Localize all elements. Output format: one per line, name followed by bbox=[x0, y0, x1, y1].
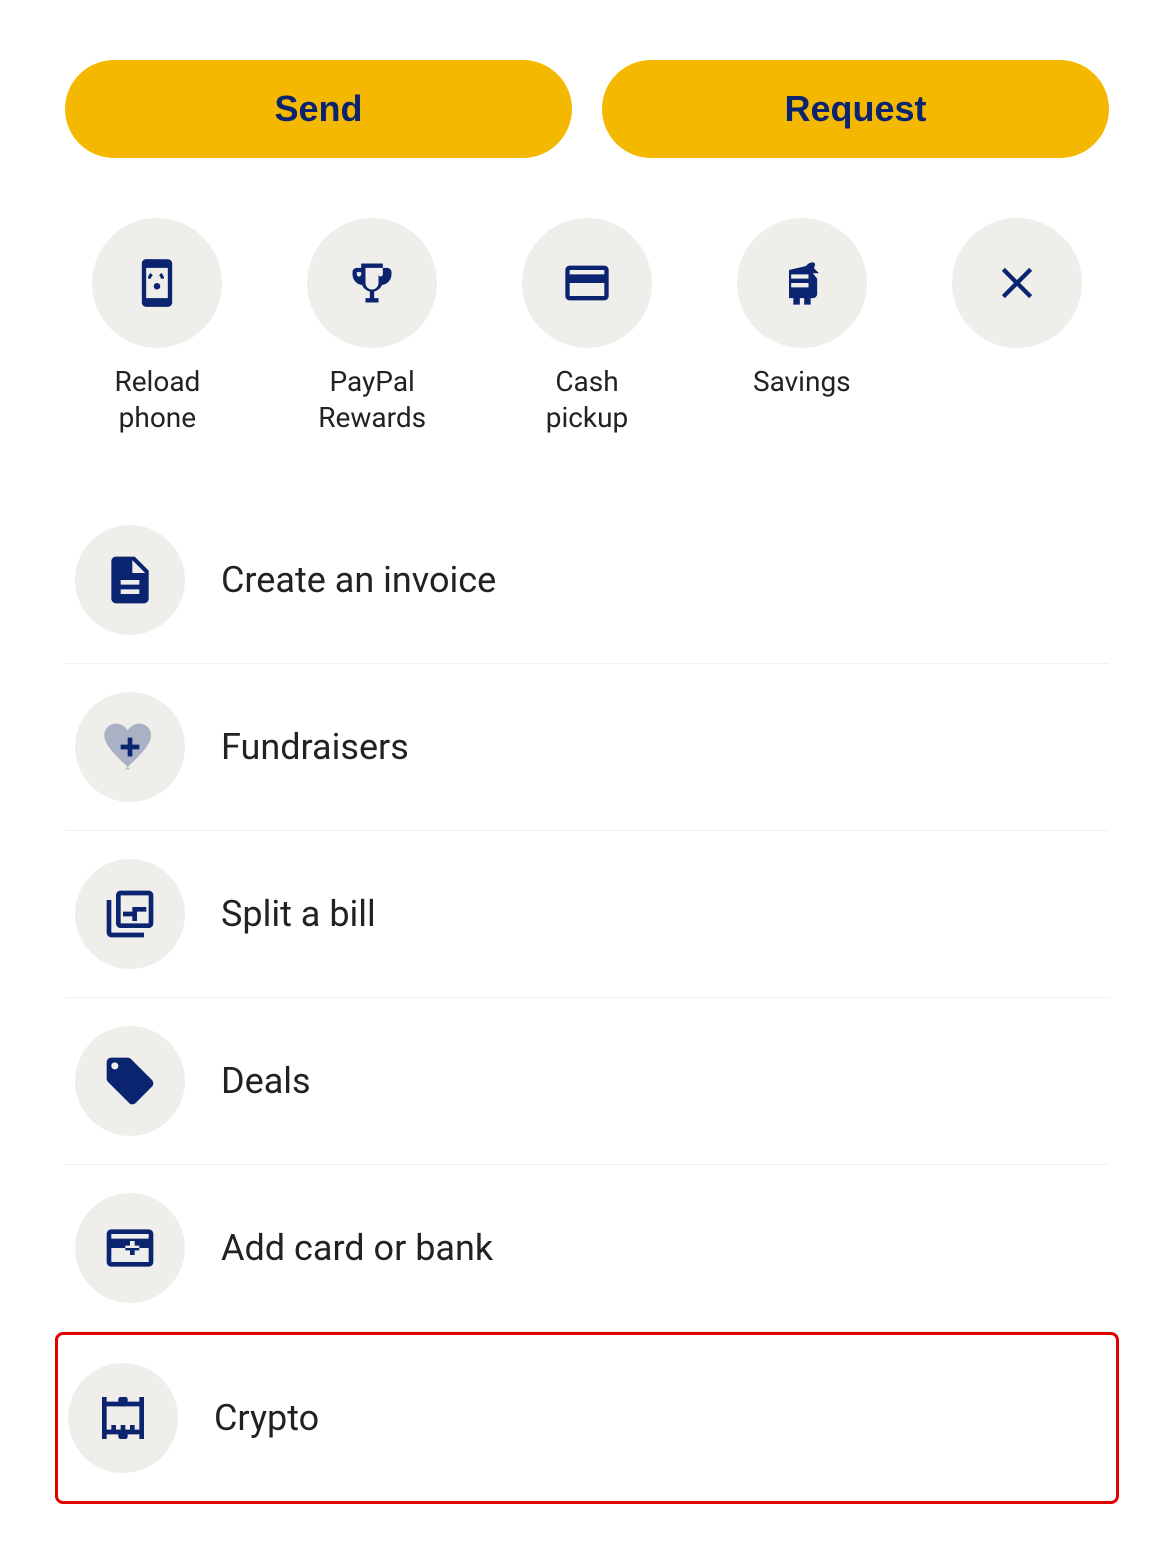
send-button[interactable]: Send bbox=[65, 60, 572, 158]
fundraisers-icon bbox=[102, 719, 158, 775]
list-item-add-card-bank[interactable]: Add card or bank bbox=[65, 1165, 1109, 1332]
split-bill-icon bbox=[102, 886, 158, 942]
quick-action-savings[interactable]: Savings bbox=[709, 218, 894, 400]
invoice-icon bbox=[102, 552, 158, 608]
close-icon bbox=[991, 257, 1043, 309]
top-buttons: Send Request bbox=[65, 60, 1109, 158]
savings-circle bbox=[737, 218, 867, 348]
deals-circle bbox=[75, 1026, 185, 1136]
paypal-rewards-label: PayPalRewards bbox=[318, 364, 426, 437]
trophy-icon bbox=[346, 257, 398, 309]
list-item-create-invoice[interactable]: Create an invoice bbox=[65, 497, 1109, 664]
quick-action-paypal-rewards[interactable]: PayPalRewards bbox=[280, 218, 465, 437]
deals-icon bbox=[102, 1053, 158, 1109]
list-item-fundraisers[interactable]: Fundraisers bbox=[65, 664, 1109, 831]
fundraisers-label: Fundraisers bbox=[221, 726, 409, 768]
split-bill-circle bbox=[75, 859, 185, 969]
quick-action-close[interactable] bbox=[924, 218, 1109, 348]
cash-pickup-icon bbox=[561, 257, 613, 309]
request-button[interactable]: Request bbox=[602, 60, 1109, 158]
cash-pickup-circle bbox=[522, 218, 652, 348]
crypto-label: Crypto bbox=[214, 1397, 319, 1439]
close-circle bbox=[952, 218, 1082, 348]
quick-actions-row: Reloadphone PayPalRewards Cashpickup bbox=[65, 218, 1109, 437]
quick-action-reload-phone[interactable]: Reloadphone bbox=[65, 218, 250, 437]
savings-icon bbox=[776, 257, 828, 309]
paypal-rewards-circle bbox=[307, 218, 437, 348]
quick-action-cash-pickup[interactable]: Cashpickup bbox=[495, 218, 680, 437]
savings-label: Savings bbox=[753, 364, 851, 400]
reload-phone-label: Reloadphone bbox=[114, 364, 200, 437]
crypto-circle bbox=[68, 1363, 178, 1473]
reload-phone-icon bbox=[131, 257, 183, 309]
reload-phone-circle bbox=[92, 218, 222, 348]
app-container: Send Request Reloadphone PayPalRewards bbox=[0, 0, 1174, 1544]
list-items: Create an invoice Fundraisers Split a bi… bbox=[65, 497, 1109, 1504]
add-card-icon bbox=[102, 1220, 158, 1276]
list-item-split-bill[interactable]: Split a bill bbox=[65, 831, 1109, 998]
add-card-circle bbox=[75, 1193, 185, 1303]
crypto-icon bbox=[95, 1390, 151, 1446]
deals-label: Deals bbox=[221, 1060, 311, 1102]
create-invoice-label: Create an invoice bbox=[221, 559, 496, 601]
fundraisers-circle bbox=[75, 692, 185, 802]
add-card-label: Add card or bank bbox=[221, 1227, 493, 1269]
cash-pickup-label: Cashpickup bbox=[546, 364, 629, 437]
split-bill-label: Split a bill bbox=[221, 893, 376, 935]
list-item-crypto[interactable]: Crypto bbox=[55, 1332, 1119, 1504]
list-item-deals[interactable]: Deals bbox=[65, 998, 1109, 1165]
create-invoice-circle bbox=[75, 525, 185, 635]
